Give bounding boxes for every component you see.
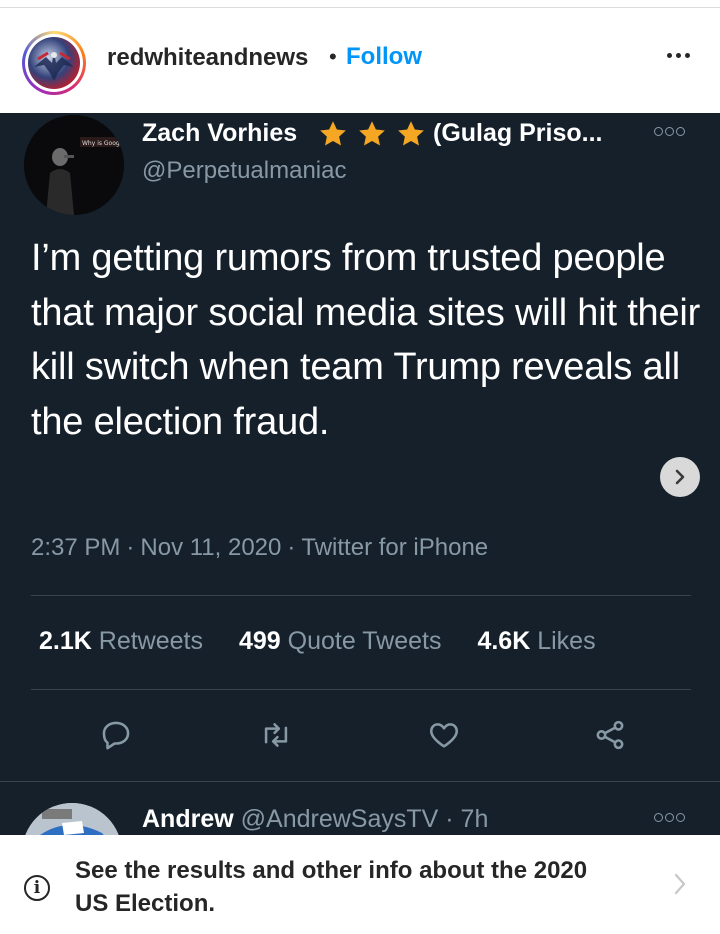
tweet-stats: 2.1K Retweets 499 Quote Tweets 4.6K Like… — [39, 627, 596, 656]
reply-author-name[interactable]: Andrew — [142, 805, 234, 833]
quote-tweets-stat[interactable]: 499 Quote Tweets — [239, 627, 441, 656]
top-edge — [0, 0, 720, 8]
speaker-photo-icon: Why is Google — [24, 115, 124, 215]
meta-separator: · — [126, 534, 135, 561]
retweets-label: Retweets — [98, 627, 203, 655]
star-rating — [314, 119, 430, 149]
star-icon — [359, 121, 385, 146]
divider — [31, 595, 691, 596]
tweet-author-avatar[interactable]: Why is Google — [24, 115, 124, 215]
tweet-more-icon[interactable] — [654, 127, 685, 136]
tweet-date[interactable]: Nov 11, 2020 — [140, 534, 281, 561]
star-icon — [398, 121, 424, 146]
tweet-card: Why is Google Zach Vorhies (Gulag Priso.… — [0, 113, 720, 835]
tweet-text: I’m getting rumors from trusted people t… — [31, 237, 701, 443]
reply-more-icon[interactable] — [654, 813, 685, 822]
reply-icon[interactable] — [96, 715, 136, 755]
share-icon[interactable] — [590, 715, 630, 755]
more-options-icon[interactable] — [660, 37, 696, 73]
likes-count: 4.6K — [477, 627, 531, 655]
reply-separator: · — [445, 805, 454, 833]
retweets-count: 2.1K — [39, 627, 92, 655]
quote-label: Quote Tweets — [287, 627, 442, 655]
tweet-author-handle[interactable]: @Perpetualmaniac — [142, 157, 346, 185]
likes-label: Likes — [537, 627, 596, 655]
star-icon — [320, 121, 346, 146]
username[interactable]: redwhiteandnews — [107, 44, 308, 72]
reply-author-handle[interactable]: @AndrewSaysTV — [241, 805, 439, 833]
tweet-metadata: 2:37 PM · Nov 11, 2020 · Twitter for iPhone — [31, 534, 488, 562]
chevron-right-icon — [674, 873, 686, 895]
tweet-source[interactable]: Twitter for iPhone — [301, 534, 488, 561]
chevron-right-icon — [675, 469, 685, 485]
tweet-author-name[interactable]: Zach Vorhies — [142, 119, 297, 148]
separator-dot: • — [329, 44, 337, 69]
profile-avatar[interactable] — [22, 31, 86, 95]
quote-count: 499 — [238, 627, 281, 655]
likes-stat[interactable]: 4.6K Likes — [477, 627, 595, 656]
election-info-banner[interactable]: i See the results and other info about t… — [0, 835, 720, 934]
meta-separator: · — [287, 534, 296, 561]
election-info-text: See the results and other info about the… — [75, 857, 588, 917]
post-header: redwhiteandnews • Follow — [0, 9, 720, 113]
svg-text:Why is Google: Why is Google — [82, 140, 124, 147]
info-icon: i — [24, 875, 50, 901]
reply-time: 7h — [460, 805, 489, 833]
divider — [0, 781, 720, 782]
tweet-actions — [0, 715, 720, 755]
reply-header: Andrew @AndrewSaysTV · 7h — [142, 805, 488, 834]
cap-photo-icon — [22, 803, 122, 835]
tweet-time: 2:37 PM — [31, 534, 121, 561]
retweets-stat[interactable]: 2.1K Retweets — [39, 627, 203, 656]
tweet-author-name-suffix: (Gulag Priso... — [433, 119, 603, 147]
divider — [31, 689, 691, 690]
eagle-flag-icon — [34, 51, 74, 81]
reply-author-avatar[interactable] — [22, 803, 122, 835]
like-icon[interactable] — [424, 715, 464, 755]
follow-button[interactable]: Follow — [346, 43, 422, 71]
retweet-icon[interactable] — [256, 715, 296, 755]
next-slide-button[interactable] — [660, 457, 700, 497]
